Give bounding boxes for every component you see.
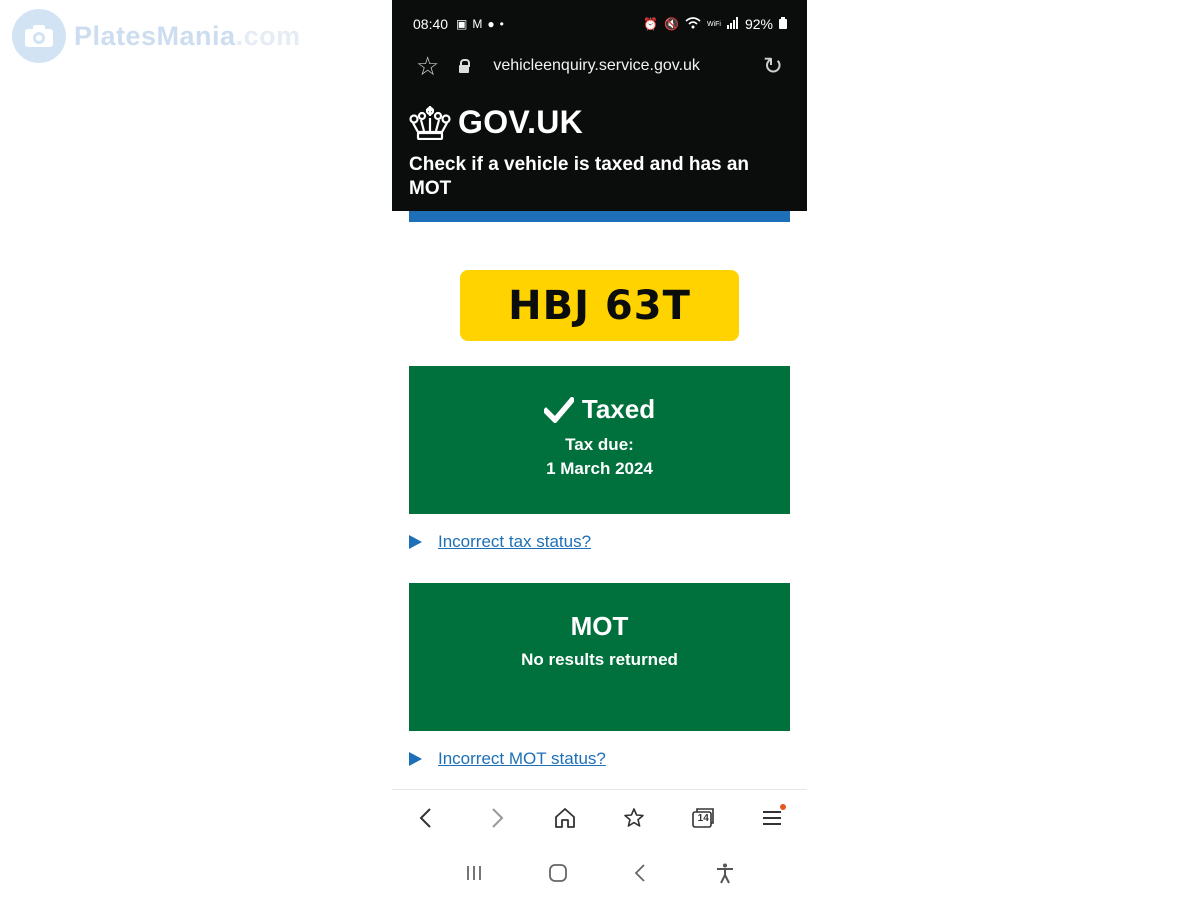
dot-icon: •: [499, 17, 504, 31]
mute-icon: 🔇: [664, 17, 679, 31]
lock-icon: [459, 59, 471, 73]
incorrect-tax-status-link[interactable]: Incorrect tax status?: [438, 532, 591, 552]
registration-plate: HBJ 63T: [460, 270, 739, 341]
notification-dot: [780, 804, 787, 810]
status-bar: 08:40 ▣ M ● • ⏰ 🔇 WiFi 92%: [413, 14, 787, 34]
bookmarks-star-icon: [624, 808, 644, 827]
gmail-icon: M: [472, 17, 483, 31]
watermark-text: PlatesMania.com: [74, 20, 301, 51]
tax-due-date: 1 March 2024: [546, 459, 653, 478]
checkmark-icon: [543, 396, 574, 423]
incorrect-mot-status-link[interactable]: Incorrect MOT status?: [438, 749, 606, 769]
battery-icon: [779, 16, 787, 32]
tax-status-text: Taxed: [581, 394, 656, 424]
forward-button[interactable]: [476, 798, 516, 838]
govuk-logo-text: GOV.UK: [458, 104, 584, 140]
recent-apps-icon: [466, 866, 481, 880]
header-blue-strip: [409, 211, 790, 222]
square-home-icon: [548, 864, 567, 882]
url-text[interactable]: vehicleenquiry.service.gov.uk: [493, 57, 700, 75]
tab-count: 14: [697, 813, 709, 824]
govuk-logo[interactable]: GOV.UK: [409, 104, 583, 141]
wifi-label: WiFi: [706, 20, 721, 28]
expand-triangle-icon[interactable]: [409, 535, 422, 549]
mot-status-detail: No results returned: [521, 650, 678, 669]
camera-icon: [12, 9, 66, 63]
home-icon: [554, 808, 575, 828]
notification-icons: ▣ M ● •: [456, 17, 504, 31]
home-button[interactable]: [545, 798, 585, 838]
back-button[interactable]: [407, 798, 447, 838]
mot-status-panel: MOT No results returned: [409, 583, 790, 731]
browser-bottom-toolbar: 14: [392, 789, 807, 846]
registration-number: HBJ 63T: [508, 282, 691, 329]
tax-status-heading: Taxed: [409, 394, 790, 425]
address-bar[interactable]: ☆ vehicleenquiry.service.gov.uk ↻: [416, 50, 783, 82]
platesmania-watermark: PlatesMania.com: [12, 8, 301, 64]
recent-apps-button[interactable]: [454, 853, 494, 893]
chevron-right-icon: [492, 808, 504, 828]
accessibility-icon: [717, 863, 734, 884]
mot-status-heading: MOT: [570, 611, 629, 641]
accessibility-button[interactable]: [705, 853, 745, 893]
tabs-button[interactable]: 14: [683, 798, 723, 838]
expand-triangle-icon[interactable]: [409, 752, 422, 766]
battery-percentage: 92%: [744, 16, 773, 32]
incorrect-tax-status-toggle[interactable]: Incorrect tax status?: [409, 532, 591, 552]
menu-button[interactable]: [752, 798, 792, 838]
service-name[interactable]: Check if a vehicle is taxed and has an M…: [409, 153, 789, 201]
phone-screen: 08:40 ▣ M ● • ⏰ 🔇 WiFi 92% ☆ vehicleenqu…: [392, 0, 807, 900]
system-back-icon: [635, 864, 646, 882]
alarm-icon: ⏰: [643, 17, 659, 31]
browser-header: 08:40 ▣ M ● • ⏰ 🔇 WiFi 92% ☆ vehicleenqu…: [392, 0, 807, 211]
system-icons: ⏰ 🔇 WiFi 92%: [643, 16, 787, 32]
message-icon: ●: [487, 17, 495, 31]
bookmarks-button[interactable]: [614, 798, 654, 838]
crown-icon: [409, 105, 451, 140]
system-navigation-bar: [392, 848, 807, 898]
signal-icon: [726, 16, 739, 32]
status-time: 08:40: [413, 16, 449, 32]
reload-icon[interactable]: ↻: [763, 52, 783, 81]
system-back-button[interactable]: [621, 853, 661, 893]
system-home-button[interactable]: [538, 853, 578, 893]
tax-due-label: Tax due:: [565, 435, 634, 454]
chevron-left-icon: [419, 808, 431, 828]
tax-status-panel: Taxed Tax due: 1 March 2024: [409, 366, 790, 514]
gallery-icon: ▣: [456, 17, 468, 31]
incorrect-mot-status-toggle[interactable]: Incorrect MOT status?: [409, 749, 606, 769]
bookmark-star-icon[interactable]: ☆: [416, 53, 439, 79]
wifi-icon: [685, 16, 701, 32]
